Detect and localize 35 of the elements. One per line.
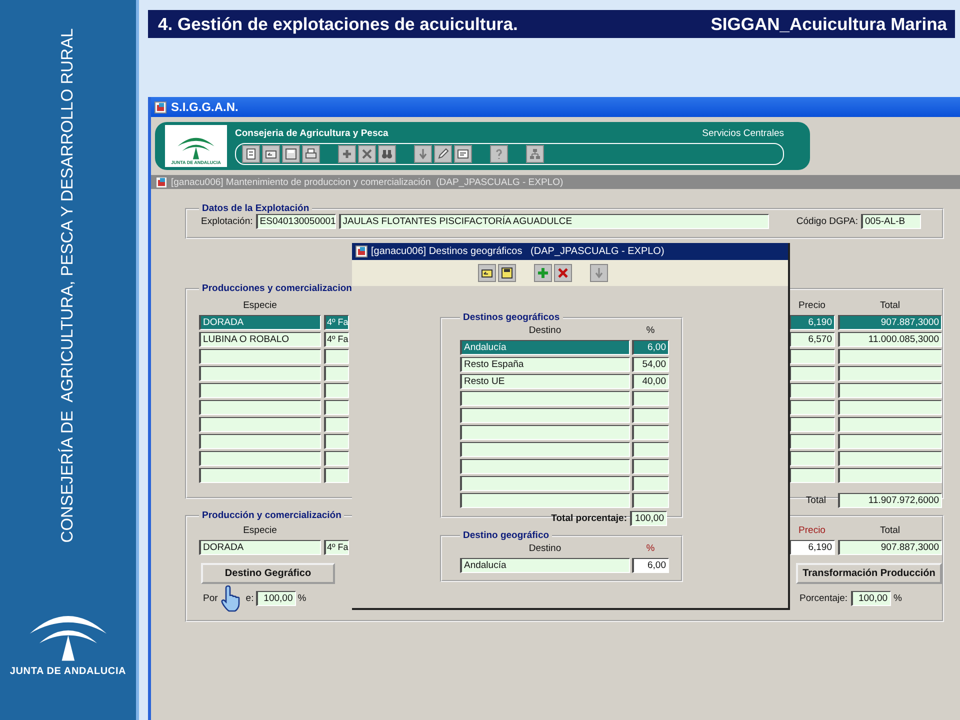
organization-name: Consejeria de Agricultura y Pesca: [235, 128, 388, 138]
dialog-title: [ganacu006] Destinos geográficos (DAP_JPASCUALG - EXPLO): [371, 246, 664, 257]
sidebar-title: CONSEJERÍA DE AGRICULTURA, PESCA Y DESARROLLO RURAL: [58, 28, 78, 542]
field-label: Código DGPA:: [796, 216, 858, 227]
form-title: [ganacu006] Mantenimiento de produccion y comercialización (DAP_JPASCUALG - EXPLO): [171, 176, 564, 188]
unit-name: Servicios Centrales: [702, 128, 784, 138]
field-label: Explotación:: [201, 216, 253, 227]
column-header: %: [645, 543, 656, 556]
section-legend: Destinos geográficos: [460, 312, 563, 323]
slide-title: 4. Gestión de explotaciones de acuicultura.: [158, 14, 518, 34]
section-legend: Producción y comercialización: [199, 510, 344, 521]
unit-label: %: [894, 592, 902, 604]
column-header: Especie: [242, 300, 278, 313]
window-title: S.I.G.G.A.N.: [171, 100, 238, 114]
column-header: Destino: [528, 543, 562, 556]
column-header: Precio: [798, 300, 826, 313]
column-header: Destino: [528, 325, 562, 338]
section-legend: Producciones y comercializacion: [199, 283, 355, 294]
field-label: Porcentaje:: [799, 592, 848, 604]
total-label: Total porcentaje:: [551, 513, 627, 524]
total-field: 11.907.972,6000: [838, 493, 942, 508]
column-header: Total: [878, 525, 902, 538]
logo-caption: JUNTA DE ANDALUCIA: [10, 666, 126, 678]
total-field: 100,00: [630, 511, 667, 526]
slide-subtitle: SIGGAN_Acuicultura Marina: [710, 14, 947, 34]
unit-label: %: [298, 592, 306, 604]
field-label: Por: [203, 592, 218, 604]
total-label: Total: [806, 495, 826, 506]
section-legend: Destino geográfico: [460, 530, 552, 541]
column-header: Precio: [798, 525, 826, 538]
column-header: Total: [878, 300, 902, 313]
field-label: e:: [246, 592, 254, 604]
column-header: %: [645, 325, 656, 338]
section-legend: Datos de la Explotación: [199, 203, 312, 214]
column-header: Especie: [242, 525, 278, 538]
